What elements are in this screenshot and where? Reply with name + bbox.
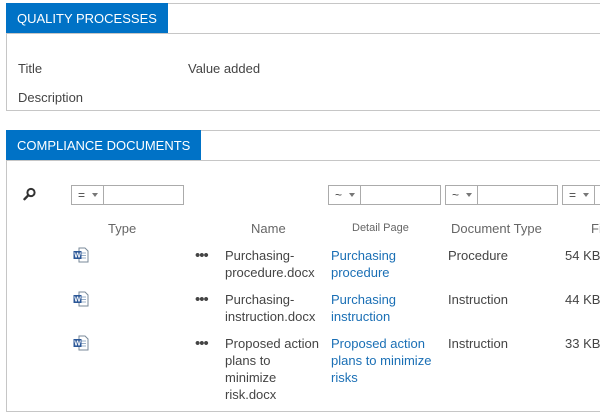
file-size: 33 KB (565, 336, 600, 351)
file-size: 54 KB (565, 248, 600, 263)
column-header-file-size[interactable]: Fi (591, 221, 600, 236)
word-doc-icon[interactable]: W (73, 291, 89, 307)
filter-operator: ~ (335, 188, 343, 202)
detail-page-link[interactable]: Proposed action plans to minimize risks (331, 335, 443, 386)
filter-operator-select[interactable]: = (563, 186, 595, 204)
column-header-name[interactable]: Name (251, 221, 286, 236)
column-header-detail-page[interactable]: Detail Page (352, 222, 409, 234)
compliance-documents-panel: COMPLIANCE DOCUMENTS = ~ ~ = Type Name D… (6, 130, 600, 412)
column-header-type[interactable]: Type (108, 221, 136, 236)
document-name[interactable]: Purchasing-procedure.docx (225, 247, 325, 281)
svg-text:W: W (74, 253, 81, 260)
name-filter[interactable]: = (71, 185, 184, 205)
title-value: Value added (188, 61, 261, 76)
detail-page-link[interactable]: Purchasing instruction (331, 291, 443, 325)
detail-page-link[interactable]: Purchasing procedure (331, 247, 443, 281)
word-doc-icon[interactable]: W (73, 247, 89, 263)
filter-operator-select[interactable]: ~ (446, 186, 478, 204)
document-type: Instruction (448, 292, 508, 307)
document-name[interactable]: Purchasing-instruction.docx (225, 291, 325, 325)
detail-page-filter[interactable]: ~ (328, 185, 441, 205)
chevron-down-icon (349, 193, 355, 197)
column-header-document-type[interactable]: Document Type (451, 221, 542, 236)
file-size: 44 KB (565, 292, 600, 307)
document-type: Instruction (448, 336, 508, 351)
filter-operator: = (569, 188, 577, 202)
quality-processes-tab[interactable]: QUALITY PROCESSES (6, 3, 168, 33)
search-icon[interactable] (23, 187, 37, 201)
panel-header: QUALITY PROCESSES (6, 3, 600, 34)
chevron-down-icon (583, 193, 589, 197)
svg-text:W: W (74, 341, 81, 348)
document-type-filter[interactable]: ~ (445, 185, 558, 205)
word-doc-icon[interactable]: W (73, 335, 89, 351)
filter-operator-select[interactable]: = (72, 186, 104, 204)
item-actions-button[interactable]: ••• (195, 292, 209, 307)
document-type: Procedure (448, 248, 508, 263)
file-size-filter[interactable]: = (562, 185, 600, 205)
svg-text:W: W (74, 297, 81, 304)
quality-processes-panel: QUALITY PROCESSES Title Value added Desc… (6, 3, 600, 111)
document-name[interactable]: Proposed action plans to minimize risk.d… (225, 335, 325, 403)
filter-operator-select[interactable]: ~ (329, 186, 361, 204)
item-actions-button[interactable]: ••• (195, 248, 209, 263)
title-label: Title (18, 61, 43, 76)
chevron-down-icon (92, 193, 98, 197)
filter-operator: = (78, 188, 86, 202)
description-label: Description (18, 90, 84, 105)
chevron-down-icon (466, 193, 472, 197)
filter-operator: ~ (452, 188, 460, 202)
compliance-documents-tab[interactable]: COMPLIANCE DOCUMENTS (6, 130, 202, 160)
item-actions-button[interactable]: ••• (195, 336, 209, 351)
panel-header: COMPLIANCE DOCUMENTS (6, 130, 600, 161)
